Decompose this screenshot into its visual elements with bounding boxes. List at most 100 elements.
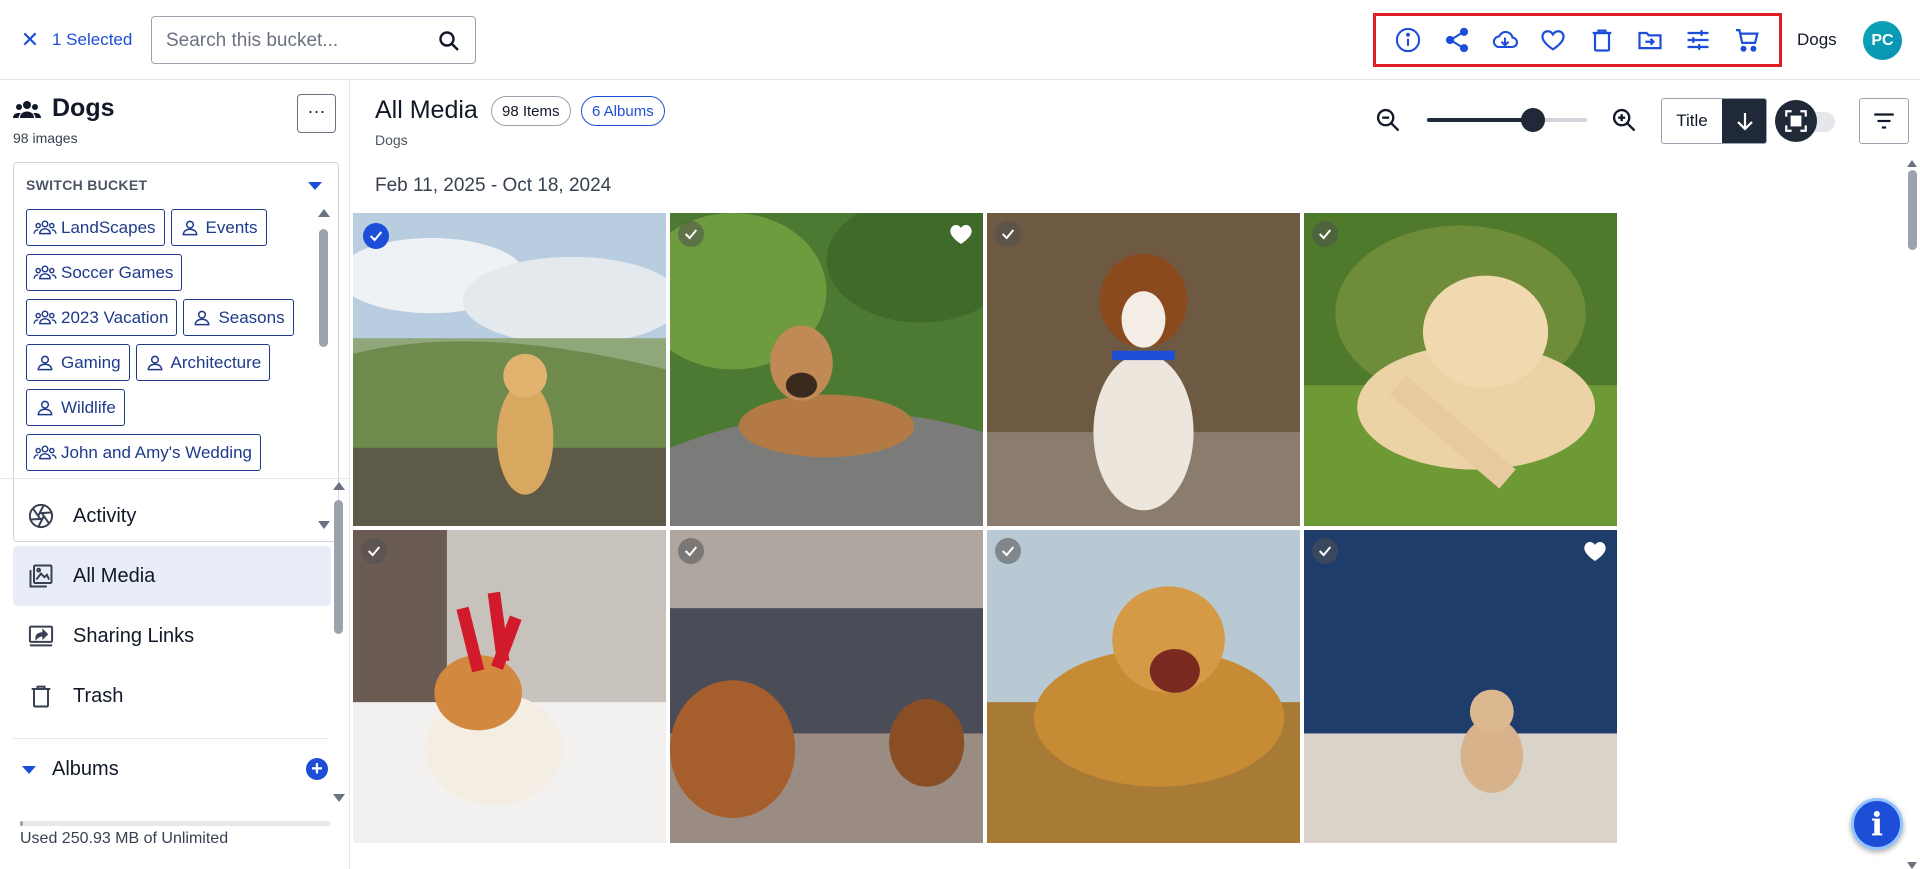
download-button[interactable] (1488, 23, 1522, 57)
albums-count-badge[interactable]: 6 Albums (581, 96, 665, 126)
bucket-chip[interactable]: Architecture (135, 344, 271, 381)
share-button[interactable] (1440, 23, 1474, 57)
caret-down-icon[interactable] (22, 766, 36, 774)
media-tile[interactable] (353, 530, 666, 843)
select-checkbox[interactable] (678, 221, 704, 247)
media-tile[interactable] (1304, 213, 1617, 526)
info-button[interactable] (1391, 23, 1425, 57)
favorite-heart-icon[interactable] (949, 223, 973, 245)
media-tile[interactable] (670, 530, 983, 843)
sort-control: Title (1661, 98, 1767, 144)
search-icon[interactable] (437, 29, 461, 53)
cloud-download-icon (1492, 30, 1518, 49)
bucket-chip[interactable]: Wildlife (26, 389, 125, 426)
bucket-chip-label: Events (205, 217, 258, 237)
albums-label: Albums (52, 758, 119, 780)
zoom-in-icon[interactable] (1610, 106, 1638, 134)
move-button[interactable] (1633, 23, 1667, 57)
scroll-up-icon[interactable] (333, 482, 345, 490)
more-options-button[interactable]: ··· (297, 94, 336, 133)
fit-view-toggle[interactable] (1775, 100, 1840, 142)
scrollbar-thumb[interactable] (1908, 170, 1917, 250)
search-box[interactable] (151, 16, 476, 64)
favorite-heart-icon[interactable] (1583, 540, 1607, 562)
zoom-out-icon[interactable] (1374, 106, 1402, 134)
group-icon (33, 263, 61, 283)
avatar[interactable]: PC (1863, 21, 1902, 60)
sidebar-item-trash[interactable]: Trash (13, 666, 331, 726)
bucket-chip-label: Architecture (170, 352, 262, 372)
close-selection-icon[interactable]: ✕ (18, 28, 42, 52)
check-icon (1001, 229, 1015, 240)
person-icon (143, 353, 171, 373)
group-icon (33, 443, 61, 463)
media-tile[interactable] (987, 530, 1300, 843)
chevron-down-icon[interactable] (308, 182, 322, 190)
person-icon (33, 353, 61, 373)
adjust-icon (1687, 30, 1709, 50)
bucket-list-scrollbar[interactable] (318, 209, 330, 529)
scroll-up-icon[interactable] (318, 209, 330, 217)
sidebar-scrollbar[interactable] (332, 482, 345, 802)
scroll-up-icon[interactable] (1907, 160, 1917, 167)
select-checkbox[interactable] (363, 223, 389, 249)
fit-screen-icon (1775, 100, 1817, 142)
heart-icon (1541, 30, 1565, 51)
storage-usage-text: Used 250.93 MB of Unlimited (20, 830, 229, 847)
main-scrollbar[interactable] (1904, 160, 1920, 869)
bucket-chip[interactable]: Seasons (183, 299, 294, 336)
select-checkbox[interactable] (995, 221, 1021, 247)
switch-bucket-label: SWITCH BUCKET (26, 177, 148, 193)
search-input[interactable] (166, 27, 416, 55)
media-tile[interactable] (353, 213, 666, 526)
adjust-button[interactable] (1681, 23, 1715, 57)
bucket-title: Dogs (52, 94, 115, 122)
select-checkbox[interactable] (678, 538, 704, 564)
select-checkbox[interactable] (1312, 221, 1338, 247)
sort-field-select[interactable]: Title (1662, 99, 1722, 143)
divider (13, 738, 329, 739)
check-icon (367, 546, 381, 557)
sidebar-item-all-media[interactable]: All Media (13, 546, 331, 606)
delete-button[interactable] (1585, 23, 1619, 57)
move-folder-icon (1638, 31, 1662, 50)
media-tile[interactable] (670, 213, 983, 526)
bucket-image-count: 98 images (13, 130, 78, 146)
sidebar-item-activity[interactable]: Activity (13, 486, 331, 546)
images-icon (27, 562, 73, 590)
media-thumbnail (353, 530, 666, 843)
sidebar-item-label: Sharing Links (73, 624, 195, 647)
help-info-button[interactable]: i (1851, 798, 1903, 850)
breadcrumb[interactable]: Dogs (375, 132, 408, 148)
bucket-chip[interactable]: Gaming (26, 344, 130, 381)
favorite-button[interactable] (1536, 23, 1570, 57)
sidebar-item-sharing-links[interactable]: Sharing Links (13, 606, 331, 666)
share-icon (1445, 27, 1468, 53)
sidebar-nav: Activity All Media Sharing Links Trash (13, 486, 331, 726)
albums-section-header[interactable]: Albums + (13, 750, 331, 790)
media-tile[interactable] (987, 213, 1300, 526)
cart-button[interactable] (1730, 23, 1764, 57)
select-checkbox[interactable] (995, 538, 1021, 564)
person-icon (190, 308, 218, 328)
bucket-chip[interactable]: 2023 Vacation (26, 299, 178, 336)
sort-direction-button[interactable] (1722, 99, 1766, 143)
add-album-icon[interactable]: + (306, 758, 328, 780)
bucket-chip[interactable]: Events (170, 209, 267, 246)
scrollbar-thumb[interactable] (334, 500, 343, 634)
scrollbar-thumb[interactable] (319, 229, 328, 347)
media-tile[interactable] (1304, 530, 1617, 843)
zoom-slider-handle[interactable] (1521, 108, 1545, 132)
sidebar-item-label: Trash (73, 684, 124, 707)
scroll-down-icon[interactable] (333, 794, 345, 802)
scroll-down-icon[interactable] (1907, 862, 1917, 869)
bucket-chip[interactable]: LandScapes (26, 209, 165, 246)
current-bucket-name[interactable]: Dogs (1797, 30, 1837, 50)
filter-button[interactable] (1859, 98, 1909, 144)
select-checkbox[interactable] (361, 538, 387, 564)
zoom-slider[interactable] (1427, 108, 1587, 132)
bucket-chip[interactable]: Soccer Games (26, 254, 183, 291)
bucket-chip[interactable]: John and Amy's Wedding (26, 434, 261, 471)
select-checkbox[interactable] (1312, 538, 1338, 564)
person-icon (33, 398, 61, 418)
